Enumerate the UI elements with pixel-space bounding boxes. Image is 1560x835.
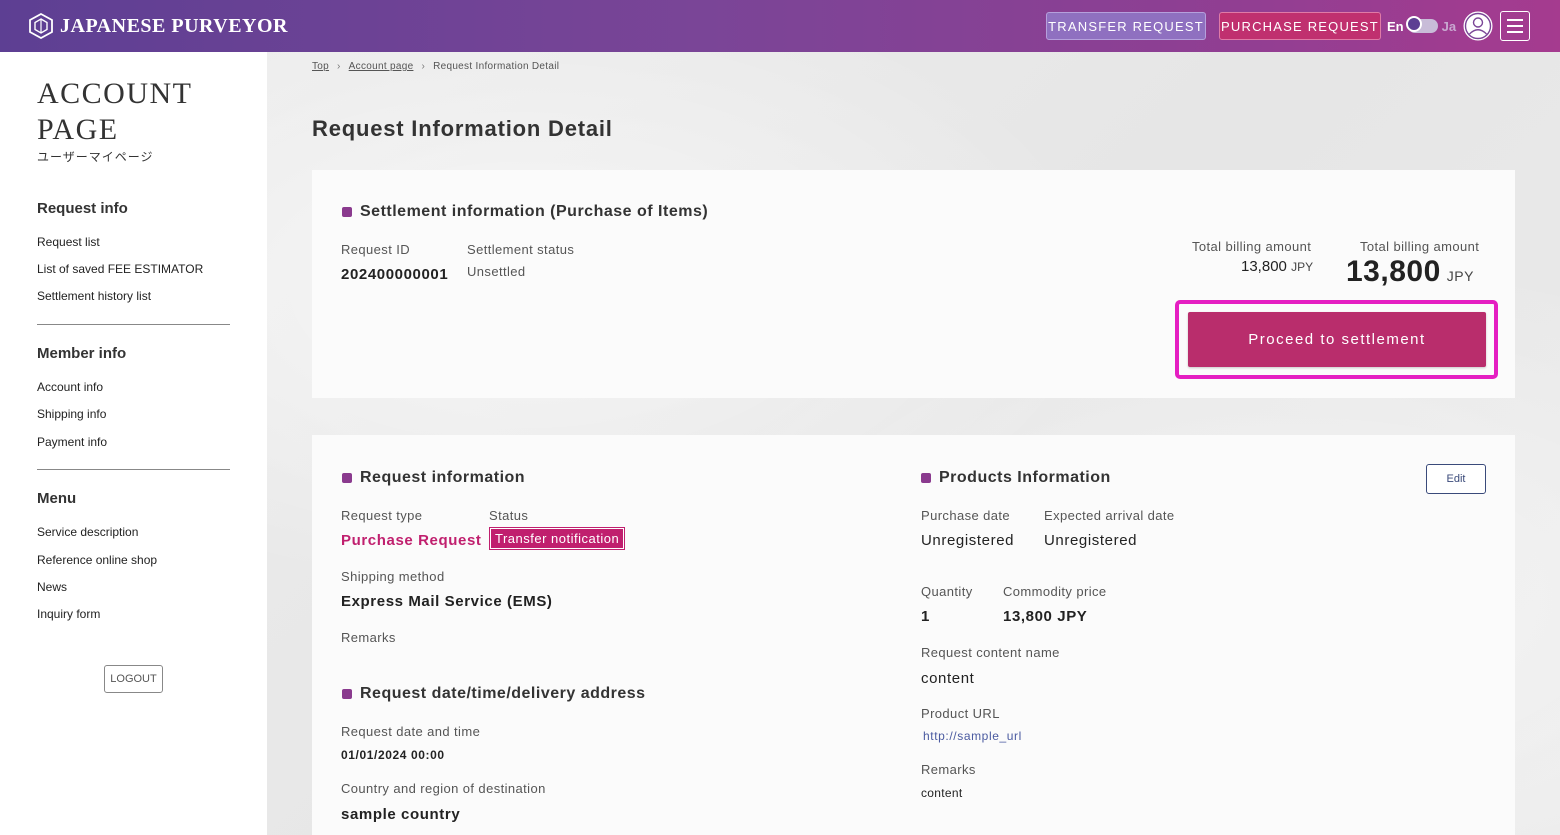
- breadcrumb-top[interactable]: Top: [312, 61, 329, 72]
- sidebar-item-service-description[interactable]: Service description: [37, 525, 138, 539]
- sidebar-item-inquiry-form[interactable]: Inquiry form: [37, 607, 100, 621]
- brand-cube-icon: [29, 13, 53, 39]
- account-page-subtitle: ユーザーマイページ: [37, 150, 154, 164]
- expected-arrival-value: Unregistered: [1044, 532, 1138, 549]
- user-avatar-icon[interactable]: [1463, 11, 1493, 41]
- breadcrumb: Top › Account page › Request Information…: [312, 61, 559, 72]
- request-remarks-label: Remarks: [341, 630, 396, 645]
- account-title-line1: ACCOUNT: [37, 77, 193, 110]
- sidebar-item-shipping-info[interactable]: Shipping info: [37, 407, 106, 421]
- section-bullet-icon: [342, 689, 352, 699]
- request-type-label: Request type: [341, 508, 423, 523]
- request-info-section-title: Request information: [342, 469, 525, 487]
- request-type-value: Purchase Request: [341, 532, 482, 549]
- total-billing-value-1: 13,800 JPY: [1241, 258, 1313, 275]
- product-remarks-value: content: [921, 786, 963, 800]
- settlement-status-label: Settlement status: [467, 242, 575, 257]
- destination-country-value: sample country: [341, 806, 461, 823]
- total-billing-unit-1: JPY: [1291, 260, 1314, 274]
- purchase-request-button[interactable]: PURCHASE REQUEST: [1219, 12, 1381, 40]
- purchase-date-value: Unregistered: [921, 532, 1015, 549]
- sidebar-divider: [37, 324, 230, 325]
- sidebar-item-saved-fee-estimator[interactable]: List of saved FEE ESTIMATOR: [37, 262, 203, 276]
- brand-name: JAPANESE PURVEYOR: [60, 14, 288, 37]
- toggle-knob: [1405, 16, 1422, 32]
- destination-country-label: Country and region of destination: [341, 781, 546, 796]
- account-title-line2: PAGE: [37, 113, 119, 146]
- request-date-title-text: Request date/time/delivery address: [360, 685, 646, 702]
- total-billing-unit-2: JPY: [1446, 268, 1474, 284]
- total-billing-value-2: 13,800 JPY: [1346, 255, 1474, 289]
- request-status-label: Status: [489, 508, 529, 523]
- account-page-title: ACCOUNT PAGE: [37, 76, 257, 148]
- total-billing-label-1: Total billing amount: [1192, 239, 1312, 254]
- shipping-method-label: Shipping method: [341, 569, 445, 584]
- settlement-status-value: Unsettled: [467, 264, 526, 279]
- section-bullet-icon: [921, 473, 931, 483]
- request-datetime-label: Request date and time: [341, 724, 481, 739]
- hamburger-menu-icon[interactable]: [1500, 11, 1530, 41]
- sidebar-item-request-list[interactable]: Request list: [37, 235, 100, 249]
- request-datetime-value: 01/01/2024 00:00: [341, 748, 445, 762]
- section-bullet-icon: [342, 473, 352, 483]
- section-bullet-icon: [342, 207, 352, 217]
- content-name-label: Request content name: [921, 645, 1060, 660]
- total-billing-amount-2: 13,800: [1346, 255, 1441, 288]
- request-id-label: Request ID: [341, 242, 411, 257]
- sidebar: ACCOUNT PAGE ユーザーマイページ Request info Requ…: [0, 52, 267, 835]
- lang-en-label[interactable]: En: [1387, 19, 1404, 34]
- settlement-card: Settlement information (Purchase of Item…: [312, 170, 1515, 398]
- edit-products-button[interactable]: Edit: [1426, 464, 1486, 494]
- sidebar-heading-member-info: Member info: [37, 345, 127, 362]
- request-details-card: Request information Request type Purchas…: [312, 435, 1515, 835]
- request-id-value: 202400000001: [341, 266, 449, 283]
- product-url-link[interactable]: http://sample_url: [923, 729, 1022, 743]
- product-remarks-label: Remarks: [921, 762, 976, 777]
- product-url-label: Product URL: [921, 706, 1000, 721]
- total-billing-label-2: Total billing amount: [1360, 239, 1480, 254]
- sidebar-item-payment-info[interactable]: Payment info: [37, 435, 107, 449]
- settlement-section-title: Settlement information (Purchase of Item…: [342, 203, 708, 221]
- commodity-price-label: Commodity price: [1003, 584, 1107, 599]
- chevron-right-icon: ›: [421, 61, 426, 72]
- sidebar-item-settlement-history[interactable]: Settlement history list: [37, 289, 151, 303]
- quantity-label: Quantity: [921, 584, 973, 599]
- request-date-section-title: Request date/time/delivery address: [342, 685, 646, 703]
- page-title: Request Information Detail: [312, 116, 613, 141]
- products-info-section-title: Products Information: [921, 469, 1111, 487]
- products-info-title-text: Products Information: [939, 469, 1111, 486]
- brand-logo[interactable]: JAPANESE PURVEYOR: [28, 12, 288, 40]
- top-header: JAPANESE PURVEYOR TRANSFER REQUEST PURCH…: [0, 0, 1560, 52]
- breadcrumb-account-page[interactable]: Account page: [349, 61, 414, 72]
- main-content: Top › Account page › Request Information…: [267, 52, 1560, 835]
- breadcrumb-current: Request Information Detail: [433, 61, 560, 72]
- settlement-title-text: Settlement information (Purchase of Item…: [360, 203, 709, 220]
- sidebar-item-reference-online-shop[interactable]: Reference online shop: [37, 553, 157, 567]
- expected-arrival-label: Expected arrival date: [1044, 508, 1175, 523]
- language-switch[interactable]: En Ja: [1387, 16, 1456, 36]
- logout-button[interactable]: LOGOUT: [104, 665, 163, 693]
- transfer-request-button[interactable]: TRANSFER REQUEST: [1046, 12, 1206, 40]
- lang-ja-label[interactable]: Ja: [1442, 19, 1456, 34]
- purchase-date-label: Purchase date: [921, 508, 1011, 523]
- chevron-right-icon: ›: [337, 61, 341, 72]
- sidebar-item-account-info[interactable]: Account info: [37, 380, 103, 394]
- status-badge: Transfer notification: [488, 527, 626, 550]
- sidebar-heading-menu: Menu: [37, 490, 77, 507]
- total-billing-amount-1: 13,800: [1241, 258, 1287, 275]
- sidebar-heading-request-info: Request info: [37, 200, 128, 217]
- sidebar-item-news[interactable]: News: [37, 580, 67, 594]
- commodity-price-value: 13,800 JPY: [1003, 608, 1088, 625]
- sidebar-divider: [37, 469, 230, 470]
- shipping-method-value: Express Mail Service (EMS): [341, 593, 553, 610]
- request-info-title-text: Request information: [360, 469, 526, 486]
- quantity-value: 1: [921, 608, 930, 625]
- proceed-to-settlement-button[interactable]: Proceed to settlement: [1188, 312, 1486, 367]
- content-name-value: content: [921, 670, 975, 687]
- language-toggle[interactable]: [1405, 16, 1438, 33]
